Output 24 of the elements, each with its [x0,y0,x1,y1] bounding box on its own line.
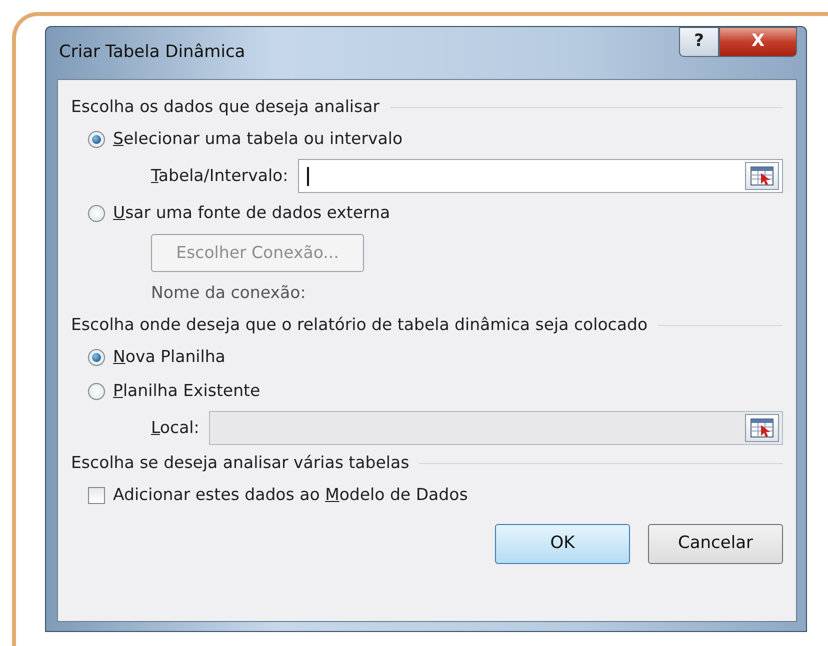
help-button[interactable]: ? [679,27,719,57]
radio-label: Selecionar uma tabela ou intervalo [113,128,403,150]
dialog-button[interactable]: OK [495,524,630,564]
section-heading: Escolha onde deseja que o relatório de tabela dinâmica seja colocado [71,314,648,336]
radio-button[interactable] [88,348,105,366]
range-picker-icon [750,166,774,186]
radio-button[interactable] [88,130,105,148]
radio-label: Planilha Existente [113,380,260,402]
radio-label: Usar uma fonte de dados externa [113,202,390,224]
section-heading: Escolha os dados que deseja analisar [71,96,380,118]
range-picker-icon [750,418,774,438]
dialog-button[interactable]: Cancelar [648,524,783,564]
radio-button[interactable] [88,204,105,222]
field-label: Local: [151,416,200,439]
connection-name-label: Nome da conexão: [151,282,306,304]
window-title: Criar Tabela Dinâmica [58,41,246,64]
range-field[interactable] [298,159,783,193]
checkbox[interactable] [88,486,105,504]
close-button[interactable]: X [719,27,797,57]
field-label: Tabela/Intervalo: [151,164,288,187]
radio-button[interactable] [88,382,105,400]
radio-label: Nova Planilha [113,346,226,368]
section-heading: Escolha se deseja analisar várias tabelas [71,452,410,474]
checkbox-label: Adicionar estes dados ao Modelo de Dados [113,484,468,506]
